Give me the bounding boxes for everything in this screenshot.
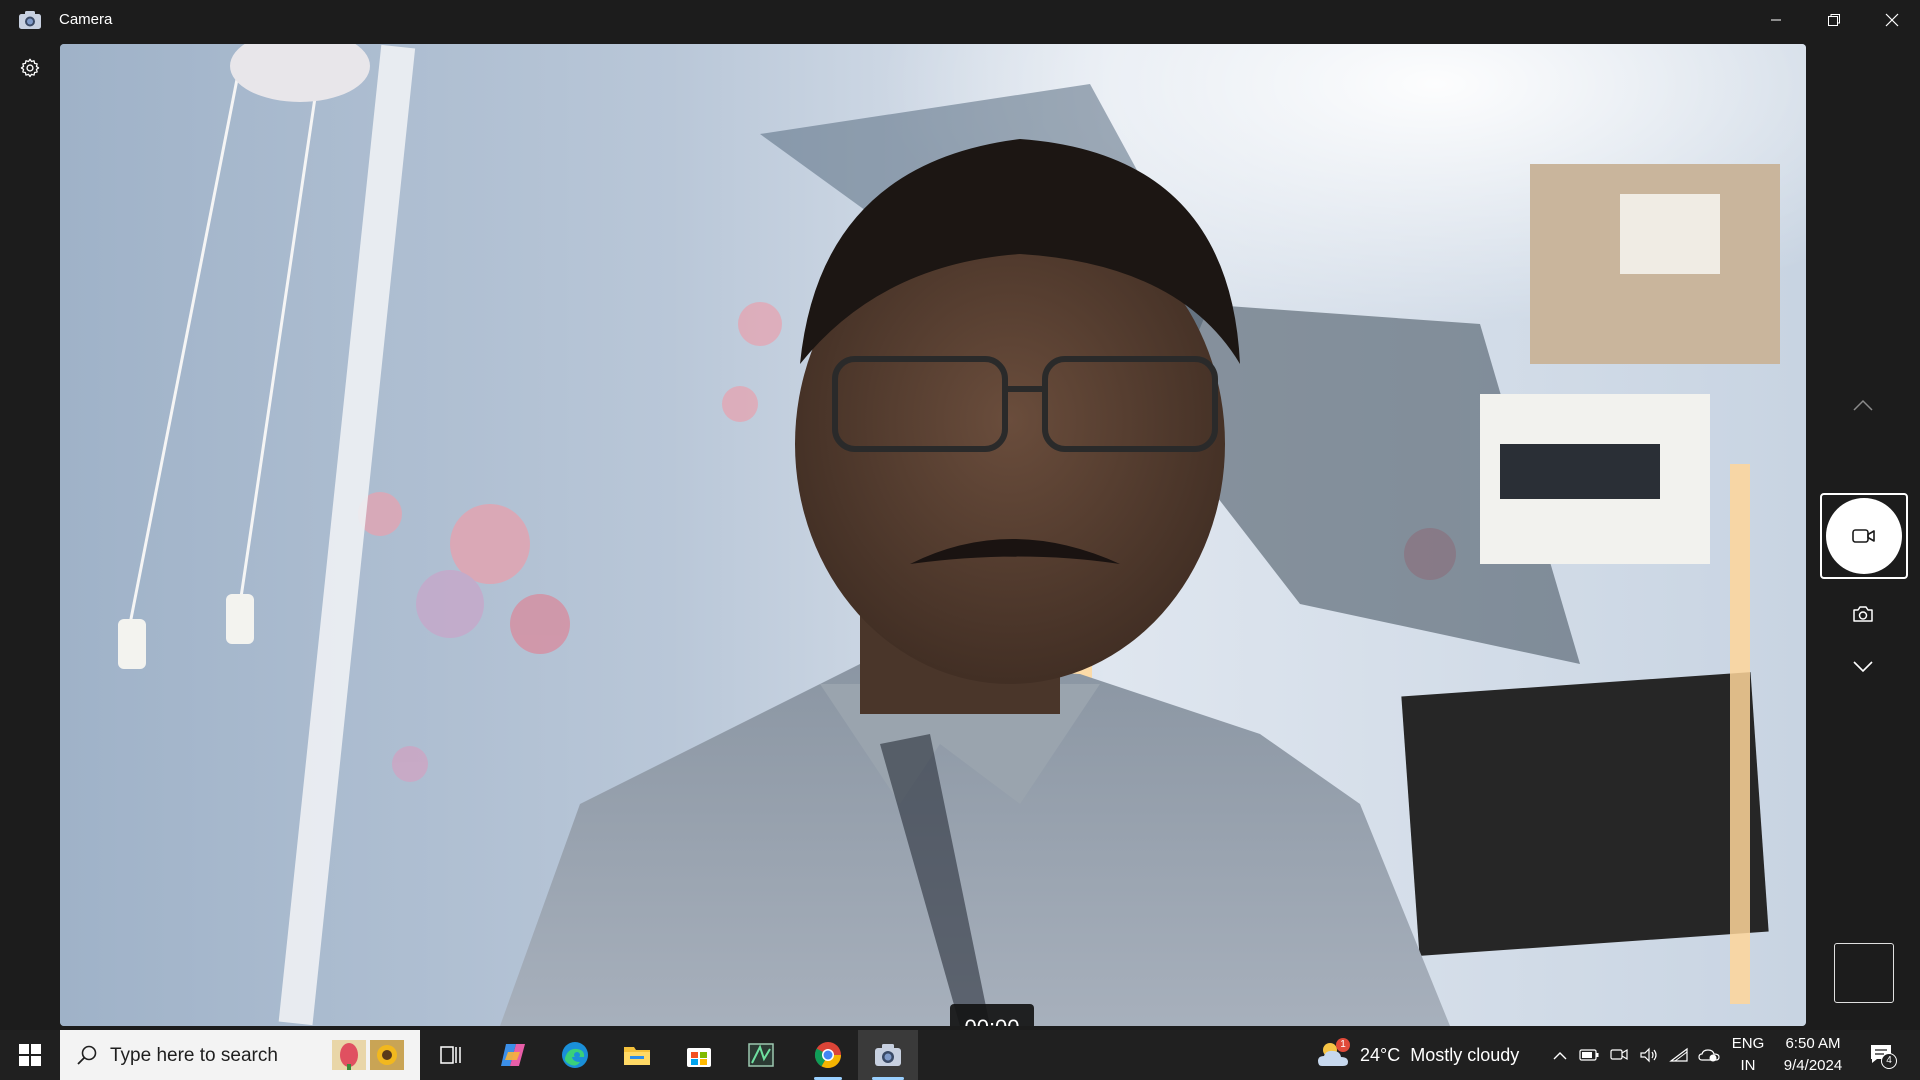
close-button[interactable] <box>1864 0 1920 40</box>
copilot-icon <box>501 1044 525 1066</box>
record-button-circle <box>1826 498 1902 574</box>
speaker-icon <box>1640 1047 1657 1063</box>
clock-time: 6:50 AM <box>1785 1035 1841 1052</box>
network-tray-button[interactable] <box>1666 1030 1692 1080</box>
camera-icon <box>1853 606 1873 622</box>
start-button[interactable] <box>0 1030 60 1080</box>
close-icon <box>1885 13 1899 27</box>
language-code: ENG <box>1731 1035 1765 1052</box>
windows-logo-icon <box>19 1044 41 1066</box>
settings-button[interactable] <box>14 52 46 84</box>
wifi-icon <box>1669 1047 1688 1062</box>
weather-temperature: 24°C <box>1360 1044 1401 1065</box>
task-view-icon <box>440 1046 461 1064</box>
onedrive-tray-button[interactable] <box>1696 1030 1722 1080</box>
gear-icon <box>20 58 40 78</box>
taskbar-search-box[interactable]: Type here to search <box>60 1030 420 1080</box>
clock-date: 9/4/2024 <box>1783 1057 1843 1074</box>
camera-preview: 00:00 <box>60 44 1806 1026</box>
region-code: IN <box>1740 1057 1756 1074</box>
chevron-down-icon <box>1853 661 1873 673</box>
camera-in-use-tray-button[interactable] <box>1606 1030 1632 1080</box>
weather-condition: Mostly cloudy <box>1410 1044 1520 1065</box>
notification-center-button[interactable]: 4 <box>1862 1030 1902 1080</box>
battery-tray-button[interactable] <box>1576 1030 1602 1080</box>
show-hidden-icons-button[interactable] <box>1548 1030 1572 1080</box>
camera-app-icon <box>18 10 42 30</box>
input-language-button[interactable]: ENG IN <box>1728 1030 1768 1080</box>
chrome-button[interactable] <box>798 1030 858 1080</box>
mode-down-button[interactable] <box>1843 652 1883 682</box>
cloud-sync-icon <box>1698 1049 1720 1062</box>
chevron-up-icon <box>1553 1051 1567 1059</box>
restore-icon <box>1828 14 1840 26</box>
camera-window: Camera <box>0 0 1920 1030</box>
camera-app-icon-taskbar <box>875 1044 901 1066</box>
chrome-icon <box>814 1042 842 1069</box>
recording-timer: 00:00 <box>950 1004 1034 1026</box>
webcam-icon <box>1610 1048 1628 1061</box>
photo-mode-button[interactable] <box>1843 598 1883 630</box>
search-highlight-icon <box>330 1036 408 1074</box>
green-app-icon <box>748 1043 774 1067</box>
notification-icon: 4 <box>1869 1043 1897 1069</box>
battery-icon <box>1579 1049 1599 1061</box>
task-view-button[interactable] <box>426 1030 476 1080</box>
folder-icon <box>624 1047 650 1065</box>
volume-tray-button[interactable] <box>1636 1030 1662 1080</box>
store-icon <box>687 1048 711 1067</box>
last-capture-thumbnail[interactable] <box>1834 943 1894 1003</box>
video-camera-icon <box>1852 529 1875 543</box>
edge-icon <box>562 1042 588 1068</box>
record-video-button[interactable] <box>1820 493 1908 579</box>
minimize-button[interactable] <box>1748 0 1804 40</box>
title-bar[interactable]: Camera <box>0 0 1920 40</box>
camera-taskbar-button[interactable] <box>858 1030 918 1080</box>
restore-button[interactable] <box>1806 0 1862 40</box>
clock-button[interactable]: 6:50 AM 9/4/2024 <box>1774 1030 1852 1080</box>
weather-widget[interactable]: 1 24°C Mostly cloudy <box>1316 1030 1526 1080</box>
file-explorer-button[interactable] <box>612 1030 662 1080</box>
search-icon <box>76 1044 98 1071</box>
camera-feed-image <box>60 44 1806 1026</box>
notification-count-badge: 4 <box>1881 1053 1897 1069</box>
store-button[interactable] <box>674 1030 724 1080</box>
copilot-button[interactable] <box>488 1030 538 1080</box>
edge-button[interactable] <box>550 1030 600 1080</box>
weather-alert-badge: 1 <box>1336 1038 1350 1052</box>
chevron-up-icon <box>1853 399 1873 411</box>
cloudy-weather-icon: 1 <box>1316 1038 1352 1070</box>
mode-up-button[interactable] <box>1843 390 1883 420</box>
window-title: Camera <box>59 11 113 28</box>
search-placeholder: Type here to search <box>110 1045 278 1066</box>
green-app-button[interactable] <box>736 1030 786 1080</box>
minimize-icon <box>1771 19 1781 21</box>
